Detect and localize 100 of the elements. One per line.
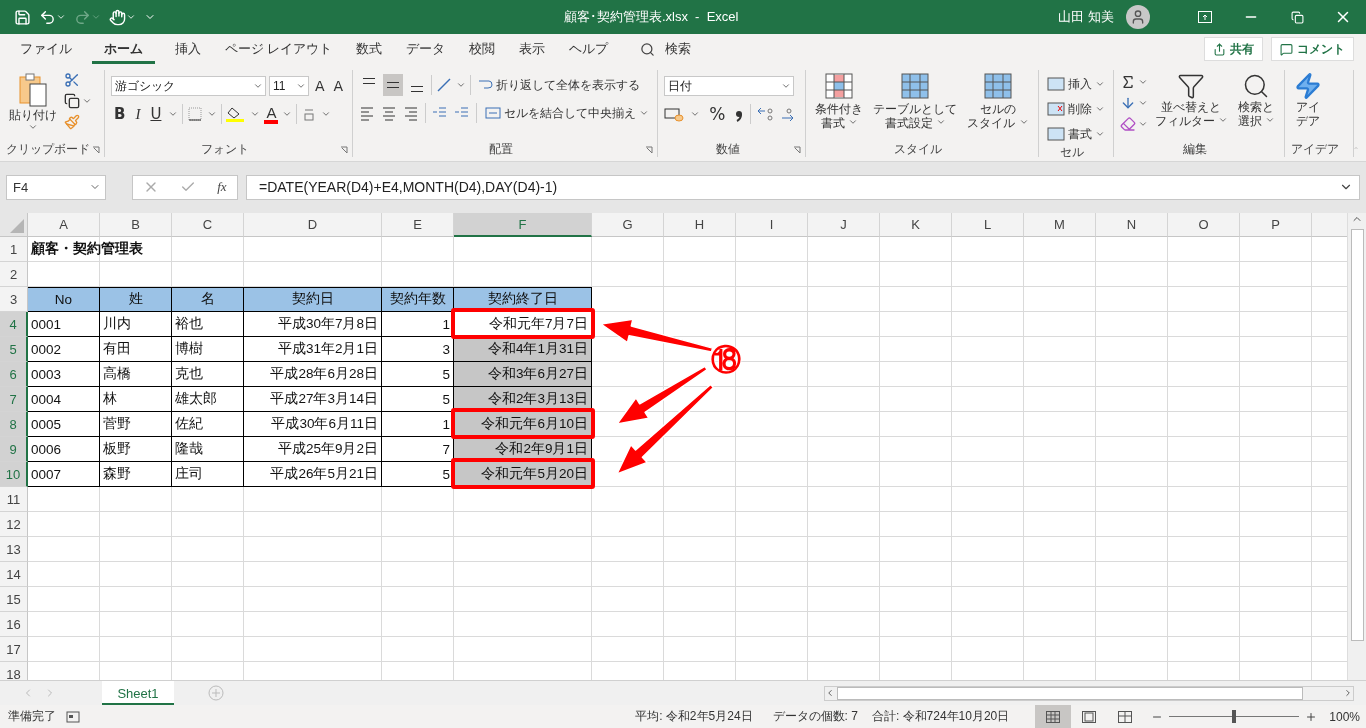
ribbon-tab[interactable]: 校閲 [457, 34, 508, 64]
ribbon-tab[interactable]: 挿入 [163, 34, 213, 64]
row-number[interactable]: 13 [0, 537, 28, 562]
sum-value: 合計: 令和724年10月20日 [871, 708, 1010, 725]
cell-action-button[interactable]: 削除 [1044, 98, 1107, 120]
column-label: 名 [172, 287, 244, 312]
font-size-field[interactable]: 11 [269, 76, 309, 96]
sort-filter-button[interactable]: 並べ替えと フィルター [1151, 70, 1231, 141]
column-letter[interactable]: J [808, 213, 880, 237]
table-cell: 3 [382, 337, 454, 362]
column-letter[interactable]: N [1096, 213, 1168, 237]
group-label: クリップボード [6, 141, 90, 157]
table-cell: 平成26年5月21日 [244, 462, 382, 487]
table-cell: 川内 [100, 312, 172, 337]
cell-action-button[interactable]: 挿入 [1044, 73, 1107, 95]
ribbon-tab[interactable]: ホーム [92, 34, 155, 64]
row-number[interactable]: 2 [0, 262, 28, 287]
shrink-font-button[interactable]: A [330, 78, 347, 94]
insert-function-button[interactable]: fx [217, 179, 227, 195]
row-number[interactable]: 17 [0, 637, 28, 662]
merge-center-button[interactable]: セルを結合して中央揃え [483, 102, 652, 124]
table-cell: 5 [382, 362, 454, 387]
row-number[interactable]: 9 [0, 437, 28, 462]
column-letter[interactable]: B [100, 213, 172, 237]
underline-button[interactable]: U [147, 105, 165, 123]
row-number[interactable]: 8 [0, 412, 28, 437]
bold-button[interactable]: B [111, 105, 129, 123]
percent-button[interactable]: % [706, 104, 729, 124]
ribbon-tab[interactable]: ヘルプ [557, 34, 621, 64]
column-letter[interactable]: A [28, 213, 100, 237]
number-format-field[interactable]: 日付 [664, 76, 795, 96]
row-number[interactable]: 18 [0, 662, 28, 680]
table-cell: 0006 [28, 437, 100, 462]
column-letter[interactable]: G [592, 213, 664, 237]
style-button[interactable]: セルの スタイル [964, 70, 1032, 141]
table-cell: 板野 [100, 437, 172, 462]
table-cell: 5 [382, 387, 454, 412]
table-cell: 平成31年2月1日 [244, 337, 382, 362]
style-button[interactable]: 条件付き 書式 [812, 70, 867, 141]
ribbon-tab[interactable]: ファイル [8, 34, 84, 64]
font-name-field[interactable]: 游ゴシック [111, 76, 266, 96]
row-number[interactable]: 6 [0, 362, 28, 387]
ribbon-tab[interactable]: 数式 [344, 34, 395, 64]
table-cell: 平成30年7月8日 [244, 312, 382, 337]
row-number[interactable]: 16 [0, 612, 28, 637]
ideas-button[interactable]: アイ デア [1290, 70, 1325, 141]
table-cell: 令和3年6月27日 [454, 362, 592, 387]
share-button[interactable]: 共有 [1204, 37, 1263, 61]
find-select-button[interactable]: 検索と 選択 [1234, 70, 1278, 141]
table-cell: 0002 [28, 337, 100, 362]
column-letter[interactable]: L [952, 213, 1024, 237]
row-number[interactable]: 11 [0, 487, 28, 512]
column-letter[interactable]: M [1024, 213, 1096, 237]
name-box[interactable]: F4 [6, 174, 106, 200]
row-number[interactable]: 4 [0, 312, 28, 337]
average-value: 平均: 令和2年5月24日 [635, 708, 753, 725]
grow-font-button[interactable]: A [312, 78, 328, 94]
column-letter[interactable]: I [736, 213, 808, 237]
row-number[interactable]: 1 [0, 237, 28, 262]
column-letter[interactable]: E [382, 213, 454, 237]
table-cell: 克也 [172, 362, 244, 387]
zoom-level[interactable]: 100% [1329, 709, 1360, 724]
italic-button[interactable]: I [132, 105, 144, 123]
column-letter[interactable]: P [1240, 213, 1312, 237]
paste-button[interactable]: 貼り付け [6, 70, 60, 141]
ribbon-tab[interactable]: データ [394, 34, 458, 64]
wrap-text-button[interactable]: 折り返して全体を表示する [475, 74, 643, 96]
row-number[interactable]: 12 [0, 512, 28, 537]
column-letter[interactable]: C [172, 213, 244, 237]
table-cell: 0004 [28, 387, 100, 412]
cell-action-button[interactable]: 書式 [1044, 123, 1107, 145]
column-letter[interactable]: D [244, 213, 382, 237]
table-cell: 菅野 [100, 412, 172, 437]
row-number[interactable]: 14 [0, 562, 28, 587]
formula-field[interactable]: =DATE(YEAR(D4)+E4,MONTH(D4),DAY(D4)-1) [246, 174, 1360, 200]
comment-button[interactable]: コメント [1271, 37, 1354, 61]
sheet-tab[interactable]: Sheet1 [102, 681, 174, 705]
font-color-button[interactable]: A [264, 104, 279, 124]
column-letter[interactable]: K [880, 213, 952, 237]
table-cell: 有田 [100, 337, 172, 362]
count-value: データの個数: 7 [772, 708, 858, 725]
ribbon-tab[interactable]: ページ レイアウト [213, 34, 345, 64]
style-button[interactable]: テーブルとして 書式設定 [870, 70, 961, 141]
column-letter[interactable]: F [454, 213, 592, 237]
table-cell: 森野 [100, 462, 172, 487]
column-letter[interactable]: O [1168, 213, 1240, 237]
row-number[interactable]: 3 [0, 287, 28, 312]
user-name[interactable]: 山田 知美 [1058, 8, 1114, 26]
row-number[interactable]: 10 [0, 462, 28, 487]
group-label: 配置 [489, 141, 514, 157]
row-number[interactable]: 7 [0, 387, 28, 412]
row-number[interactable]: 5 [0, 337, 28, 362]
table-cell: 高橋 [100, 362, 172, 387]
column-letter[interactable]: H [664, 213, 736, 237]
row-number[interactable]: 15 [0, 587, 28, 612]
table-cell: 平成27年3月14日 [244, 387, 382, 412]
group-label: スタイル [893, 141, 942, 157]
search-tab[interactable]: 検索 [620, 40, 704, 58]
ribbon-tab[interactable]: 表示 [507, 34, 558, 64]
table-cell: 庄司 [172, 462, 244, 487]
